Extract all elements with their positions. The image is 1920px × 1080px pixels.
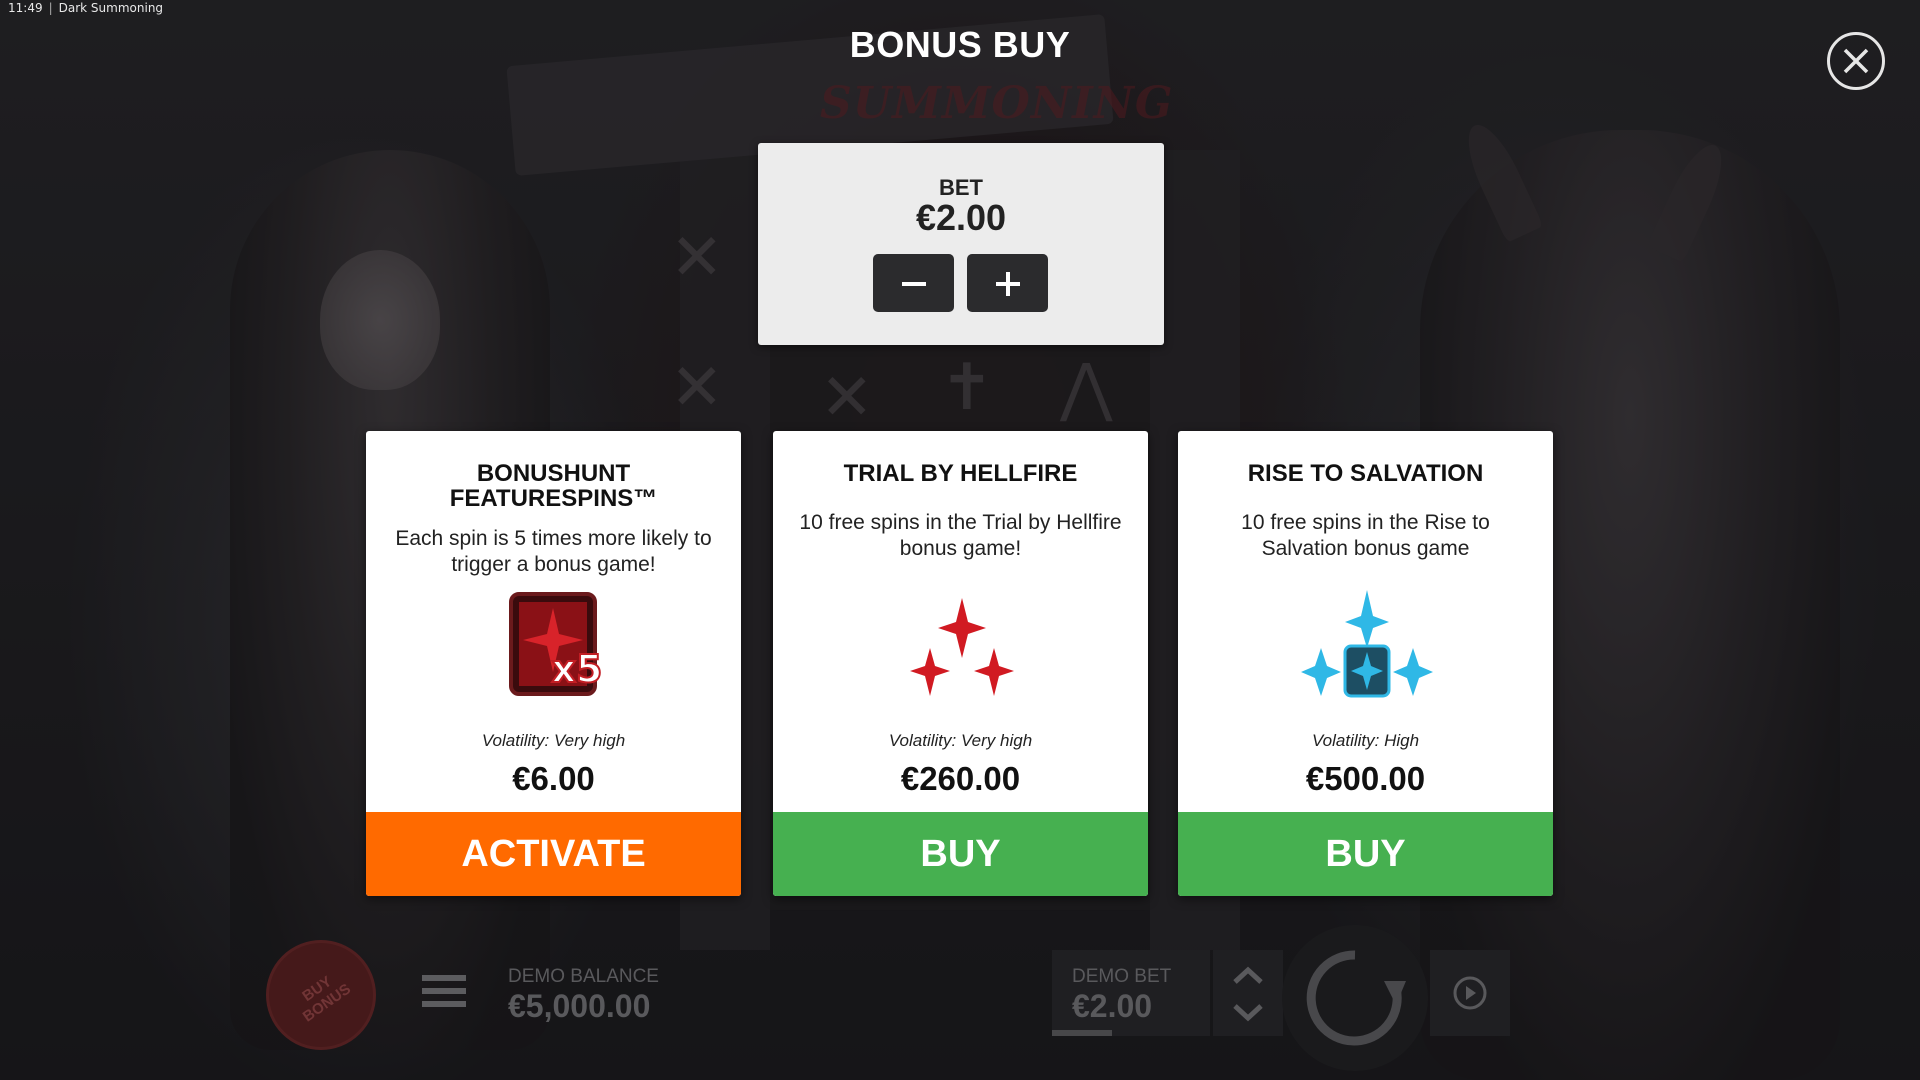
buy-button-salvation[interactable]: BUY (1178, 812, 1553, 896)
increase-bet-button[interactable] (967, 254, 1048, 312)
app-title: Dark Summoning (58, 1, 164, 15)
separator: | (48, 1, 53, 15)
card-description: Each spin is 5 times more likely to trig… (395, 527, 712, 576)
bonus-card-trial-by-hellfire: TRIAL BY HELLFIRE 10 free spins in the T… (773, 431, 1148, 896)
close-icon (1843, 48, 1869, 74)
clock: 11:49 (8, 1, 43, 15)
red-crosses-icon (910, 586, 1014, 711)
card-description: 10 free spins in the Rise to Salvation b… (1241, 511, 1490, 560)
decrease-bet-button[interactable] (873, 254, 954, 312)
minus-icon (902, 282, 926, 286)
bonus-card-rise-to-salvation: RISE TO SALVATION 10 free spins in the R… (1178, 431, 1553, 896)
card-title: TRIAL BY HELLFIRE (843, 460, 1078, 487)
blue-crosses-icon (1301, 586, 1433, 711)
bonus-card-bonushunt: BONUSHUNT FEATURESPINS™ Each spin is 5 t… (366, 431, 741, 896)
card-price: €260.00 (900, 760, 1021, 797)
card-title: BONUSHUNT FEATURESPINS™ (449, 460, 658, 512)
window-titlebar: 11:49 | Dark Summoning (8, 1, 163, 15)
card-volatility: Volatility: High (1311, 731, 1420, 750)
buy-button-hellfire[interactable]: BUY (773, 812, 1148, 896)
activate-button[interactable]: ACTIVATE (366, 812, 741, 896)
bet-value: €2.00 (915, 197, 1007, 238)
close-button[interactable] (1827, 32, 1885, 90)
card-title: RISE TO SALVATION (1247, 460, 1484, 487)
bet-panel: BET €2.00 (758, 143, 1164, 345)
card-price: €6.00 (512, 760, 595, 797)
card-volatility: Volatility: Very high (888, 731, 1033, 750)
card-description: 10 free spins in the Trial by Hellfire b… (799, 511, 1122, 560)
x5-multiplier-icon: x5 (503, 586, 607, 711)
modal-title: BONUS BUY (849, 24, 1071, 65)
svg-text:x5: x5 (552, 647, 603, 691)
plus-icon (996, 272, 1020, 296)
card-volatility: Volatility: Very high (481, 731, 626, 750)
card-price: €500.00 (1305, 760, 1426, 797)
